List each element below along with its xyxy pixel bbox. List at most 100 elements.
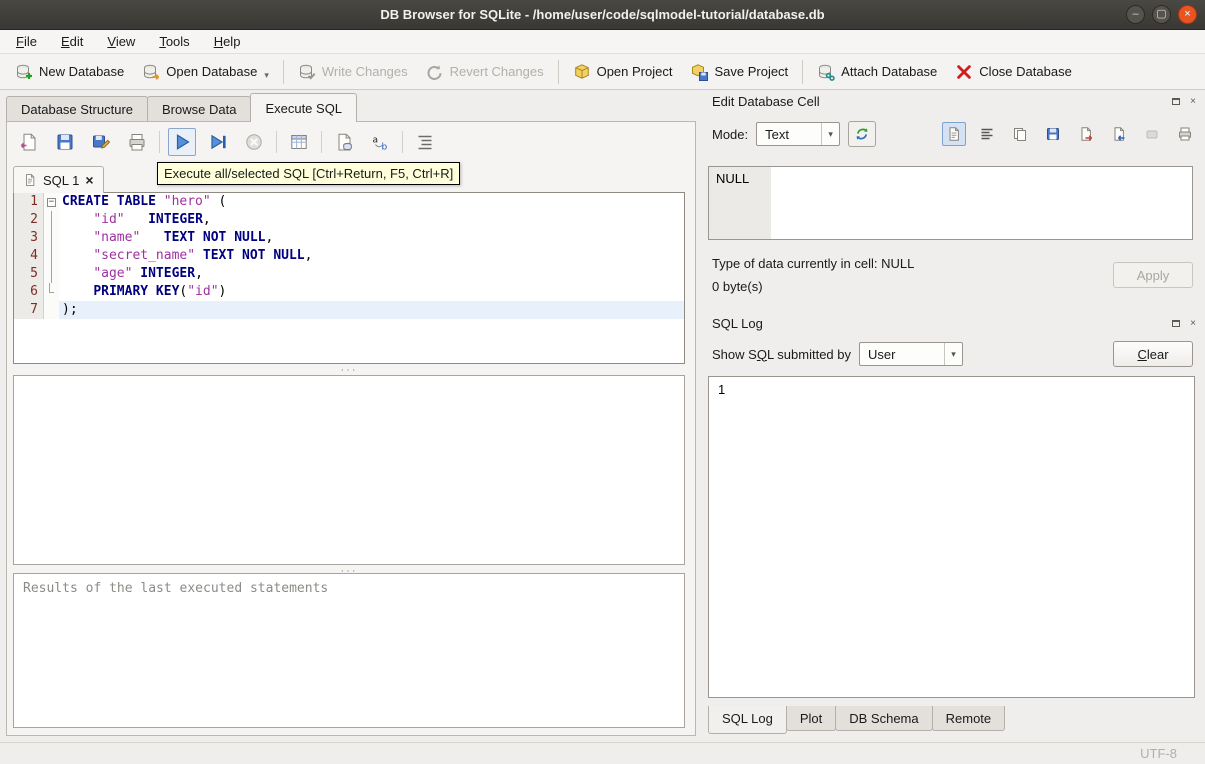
float-dock-icon[interactable] [1170, 317, 1182, 329]
toolbar-button-save-project[interactable]: Save Project [681, 58, 797, 86]
text-mode-icon [946, 126, 962, 142]
cell-icon-bar [942, 122, 1197, 146]
editor-line: 5 "age" INTEGER, [14, 265, 684, 283]
fold-margin [44, 211, 59, 229]
find-replace-button[interactable]: ab [366, 128, 394, 156]
menu-item-tools[interactable]: Tools [147, 31, 201, 52]
refresh-arrows-icon [854, 126, 870, 142]
splitter-handle[interactable]: ··· [13, 364, 685, 375]
tab-database-structure[interactable]: Database Structure [6, 96, 149, 122]
menu-item-help[interactable]: Help [202, 31, 253, 52]
open-sql-file-button[interactable] [15, 128, 43, 156]
fold-margin[interactable]: − [44, 193, 59, 211]
results-grid[interactable] [13, 375, 685, 565]
toolbar-separator [402, 131, 403, 153]
sql-editor[interactable]: 1− CREATE TABLE "hero" (2 "id" INTEGER, 3 … [13, 192, 685, 364]
toolbar-separator [159, 131, 160, 153]
toolbar-button-open-project[interactable]: Open Project [564, 58, 682, 86]
toolbar-button-close-database[interactable]: Close Database [946, 58, 1081, 86]
stop-execution-button[interactable] [240, 128, 268, 156]
close-database-icon [955, 63, 973, 81]
export-cell-button[interactable] [1074, 122, 1098, 146]
save-project-icon [690, 63, 709, 81]
minimize-button[interactable]: – [1126, 5, 1145, 24]
menu-item-view[interactable]: View [95, 31, 147, 52]
format-sql-icon [415, 132, 435, 152]
mode-label: Mode: [712, 126, 749, 142]
save-results-icon [334, 132, 354, 152]
cell-editor[interactable]: NULL [708, 166, 1193, 240]
toolbar-button-attach-database[interactable]: Attach Database [808, 58, 946, 86]
bottom-tab-plot[interactable]: Plot [785, 706, 837, 731]
apply-button[interactable]: Apply [1113, 262, 1193, 288]
code-text: PRIMARY KEY("id") [93, 284, 227, 299]
format-sql-button[interactable] [411, 128, 439, 156]
open-sql-file-icon [19, 132, 39, 152]
copy-cell-button[interactable] [1008, 122, 1032, 146]
results-message-area[interactable]: Results of the last executed statements [13, 573, 685, 728]
toolbar-button-new-database[interactable]: New Database [6, 58, 133, 86]
maximize-button[interactable]: ▢ [1152, 5, 1171, 24]
submitter-select[interactable]: User ▾ [859, 342, 963, 366]
menu-item-file[interactable]: File [4, 31, 49, 52]
menu-item-edit[interactable]: Edit [49, 31, 95, 52]
save-sql-file-icon [55, 132, 75, 152]
bottom-tab-remote[interactable]: Remote [931, 706, 1006, 731]
toolbar-button-revert-changes[interactable]: Revert Changes [417, 58, 553, 86]
mode-select[interactable]: Text ▾ [756, 122, 841, 146]
save-sql-as-button[interactable] [87, 128, 115, 156]
bottom-tab-db-schema[interactable]: DB Schema [835, 706, 933, 731]
save-cell-icon [1045, 126, 1061, 142]
write-changes-icon [298, 63, 316, 81]
close-button[interactable]: × [1178, 5, 1197, 24]
line-number: 6 [14, 283, 44, 301]
sql-log-dock-title: SQL Log [712, 316, 763, 331]
close-dock-icon[interactable]: × [1187, 95, 1199, 107]
statusbar: UTF-8 [0, 742, 1205, 764]
clear-button[interactable]: Clear [1113, 341, 1193, 367]
toolbar-button-write-changes[interactable]: Write Changes [289, 58, 417, 86]
toolbar-button-label: Open Database [166, 64, 258, 79]
text-mode-button[interactable] [942, 122, 966, 146]
submitter-value: User [868, 346, 896, 362]
close-tab-icon[interactable]: × [85, 173, 93, 187]
fold-marker-icon[interactable]: − [47, 197, 56, 207]
tab-browse-data[interactable]: Browse Data [147, 96, 252, 122]
encoding-indicator: UTF-8 [1140, 746, 1177, 761]
save-cell-button[interactable] [1041, 122, 1065, 146]
auto-mode-button[interactable] [848, 121, 877, 147]
chevron-down-icon: ▾ [264, 69, 269, 80]
toolbar-separator [276, 131, 277, 153]
window-title: DB Browser for SQLite - /home/user/code/… [380, 7, 825, 22]
execute-line-button[interactable] [204, 128, 232, 156]
bottom-tab-sql-log[interactable]: SQL Log [708, 706, 787, 734]
close-dock-icon[interactable]: × [1187, 317, 1199, 329]
print-cell-button[interactable] [1173, 122, 1197, 146]
execute-all-button[interactable] [168, 128, 196, 156]
dock-buttons: × [1170, 317, 1199, 329]
close-icon: × [1184, 8, 1191, 20]
line-number: 7 [14, 301, 44, 319]
sql-tab-label: SQL 1 [43, 172, 80, 188]
export-results-button[interactable] [285, 128, 313, 156]
sql-log-list[interactable]: 1 [708, 376, 1195, 698]
print-sql-button[interactable] [123, 128, 151, 156]
align-text-button[interactable] [975, 122, 999, 146]
minimize-icon: – [1132, 8, 1139, 20]
import-cell-button[interactable] [1107, 122, 1131, 146]
float-dock-icon[interactable] [1170, 95, 1182, 107]
toolbar-separator [321, 131, 322, 153]
toolbar-button-open-database[interactable]: Open Database ▾ [133, 58, 278, 86]
fold-margin [44, 229, 59, 247]
save-results-button[interactable] [330, 128, 358, 156]
set-null-button[interactable] [1140, 122, 1164, 146]
tab-execute-sql[interactable]: Execute SQL [250, 93, 358, 122]
tab-sql-1[interactable]: SQL 1 × [13, 166, 104, 193]
new-database-icon [15, 63, 33, 81]
export-cell-icon [1078, 126, 1094, 142]
save-sql-file-button[interactable] [51, 128, 79, 156]
left-pane: Database Structure Browse Data Execute SQL… [0, 90, 700, 742]
open-project-icon [573, 63, 591, 81]
export-results-icon [289, 132, 309, 152]
chevron-down-icon: ▾ [944, 343, 962, 365]
